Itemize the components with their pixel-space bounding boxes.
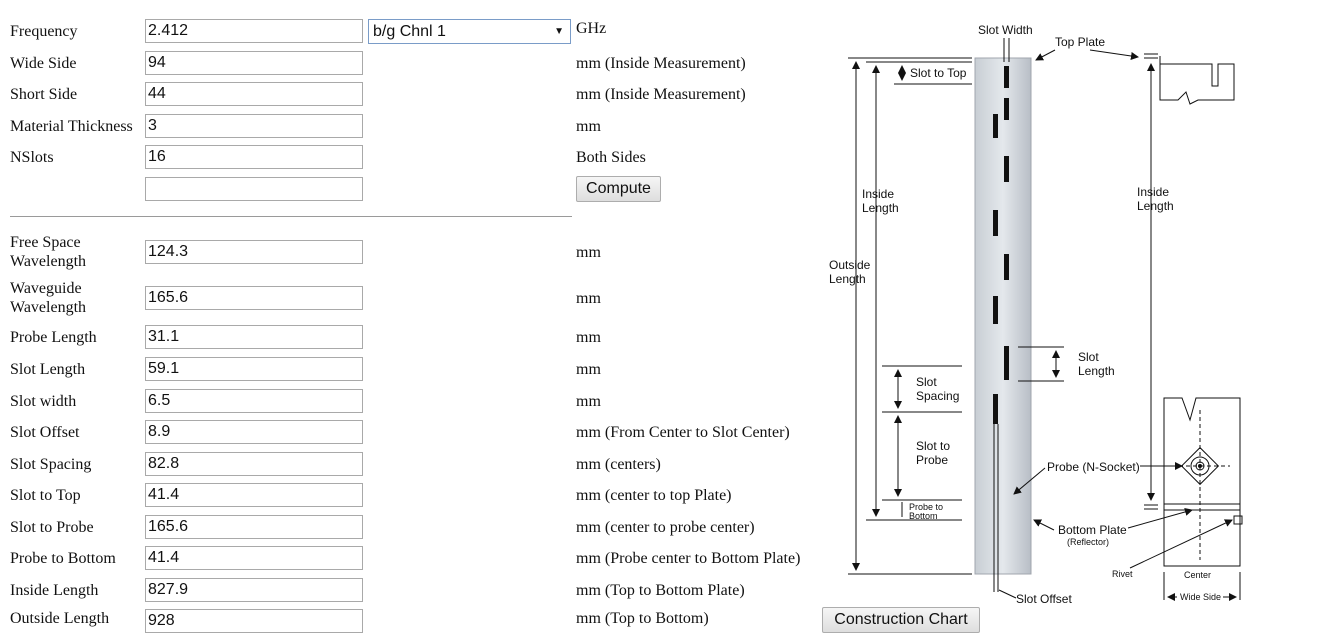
probe-socket-text: Probe (N-Socket) (1047, 460, 1140, 474)
slot-to-probe-text: Slot to (916, 439, 950, 453)
inside-length-text-2: Length (862, 201, 899, 215)
outside-length-text-2: Length (829, 272, 866, 286)
top-plate-text: Top Plate (1055, 35, 1105, 49)
slot-length-text-2: Length (1078, 364, 1115, 378)
construction-chart-button[interactable]: Construction Chart (822, 607, 980, 633)
slot-spacing-text-2: Spacing (916, 389, 959, 403)
slot-to-probe-text-2: Probe (916, 453, 948, 467)
rivet-text: Rivet (1112, 569, 1133, 579)
inside-length-right-text: Inside (1137, 185, 1169, 199)
bottom-plate-text: Bottom Plate (1058, 523, 1127, 537)
probe-to-bottom-text-2: Bottom (909, 511, 938, 521)
reflector-text: (Reflector) (1067, 537, 1109, 547)
inside-length-right-text-2: Length (1137, 199, 1174, 213)
wide-side-diagram-text: Wide Side (1180, 592, 1221, 602)
outside-length-text: Outside (829, 258, 871, 272)
inside-length-text: Inside (862, 187, 894, 201)
slot-spacing-text: Slot (916, 375, 937, 389)
top-plate-detail (1159, 56, 1235, 105)
slot-width-text: Slot Width (978, 23, 1033, 37)
center-text: Center (1184, 570, 1211, 580)
slot-offset-text: Slot Offset (1016, 592, 1072, 606)
slot-to-top-text: Slot to Top (910, 66, 967, 80)
slot-length-text: Slot (1078, 350, 1099, 364)
waveguide-photo (974, 57, 1032, 575)
construction-diagram: Slot Width Top Plate Outside Length Insi… (829, 23, 1243, 606)
